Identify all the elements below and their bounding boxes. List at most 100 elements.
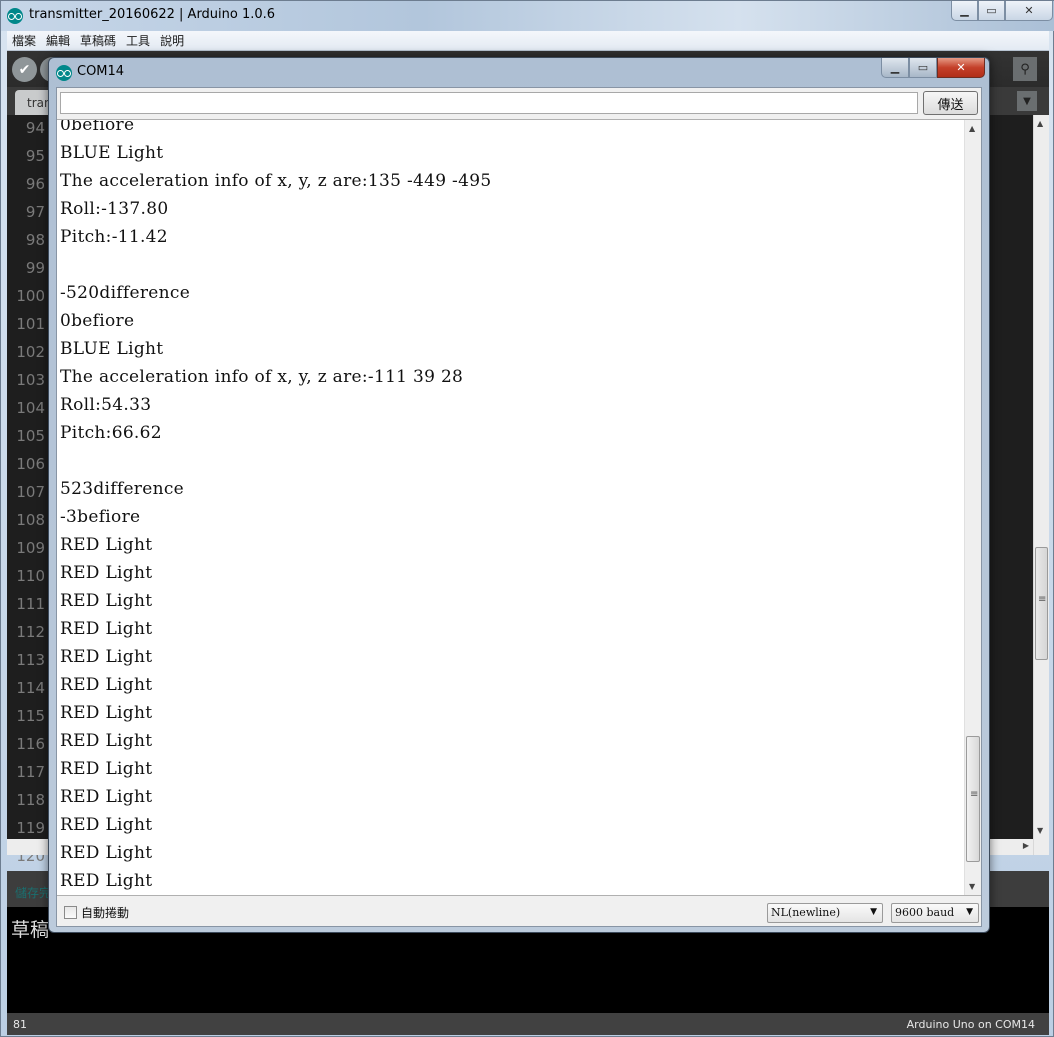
line-number-gutter: 94 95 96 97 98 99 100 101 102 103 104 105 106 107 108 1… [7,115,49,865]
menu-edit[interactable]: 編輯 [41,32,75,49]
checkmark-icon: ✔ [18,61,31,78]
line-number: 103 [16,371,45,389]
line-number: 109 [16,539,45,557]
line-number: 102 [16,343,45,361]
output-line: Roll:-137.80 [60,199,169,219]
line-number: 119 [16,819,45,837]
send-button[interactable]: 傳送 [923,91,978,115]
magnifier-icon: ⚲ [1020,61,1030,77]
cursor-line-number: 81 [13,1018,27,1031]
scroll-right-arrow-icon[interactable]: ▶ [1023,841,1029,850]
output-line: Pitch:-11.42 [60,227,168,247]
line-number: 110 [16,567,45,585]
baud-rate-value: 9600 baud [895,906,955,919]
board-port-info: Arduino Uno on COM14 [906,1018,1035,1031]
ide-close-button[interactable]: ✕ [1005,1,1053,21]
output-line: RED Light [60,843,153,863]
line-number: 118 [16,791,45,809]
line-number: 101 [16,315,45,333]
menu-tools[interactable]: 工具 [121,32,155,49]
dropdown-arrow-icon: ▼ [870,907,877,917]
output-line: Pitch:66.62 [60,423,162,443]
output-line: Roll:54.33 [60,395,152,415]
line-number: 114 [16,679,45,697]
line-number: 105 [16,427,45,445]
arduino-logo-icon [7,8,23,24]
status-message: 儲存完 [15,886,52,900]
serial-minimize-button[interactable]: ▁ [881,58,909,78]
editor-scroll-thumb[interactable] [1035,547,1048,660]
line-number: 117 [16,763,45,781]
output-line: BLUE Light [60,143,164,163]
output-vertical-scrollbar[interactable]: ▲ ▼ [964,120,981,895]
serial-maximize-button[interactable]: ▭ [909,58,937,78]
ide-maximize-button[interactable]: ▭ [978,1,1005,21]
menu-bar: 檔案 編輯 草稿碼 工具 說明 [7,31,1049,51]
autoscroll-label: 自動捲動 [81,906,130,920]
menu-file[interactable]: 檔案 [7,32,41,49]
output-line: -520difference [60,283,191,303]
line-number: 116 [16,735,45,753]
output-line: 0befiore [60,119,135,135]
output-line: RED Light [60,591,153,611]
line-number: 94 [25,119,45,137]
ide-minimize-button[interactable]: ▁ [951,1,978,21]
line-number: 106 [16,455,45,473]
line-number: 100 [16,287,45,305]
line-number: 113 [16,651,45,669]
output-line: RED Light [60,871,153,891]
ide-window-title: transmitter_20160622 | Arduino 1.0.6 [29,7,276,22]
line-ending-value: NL(newline) [771,906,841,919]
line-number: 112 [16,623,45,641]
output-line: RED Light [60,647,153,667]
output-scroll-thumb[interactable] [966,736,980,862]
send-input[interactable] [60,92,918,114]
line-number: 107 [16,483,45,501]
console-text: 草稿 [11,919,50,941]
output-line: 0befiore [60,311,135,331]
scroll-down-arrow-icon[interactable]: ▼ [969,882,975,891]
serial-monitor-window: COM14 ▁ ▭ ✕ 傳送 0befiore BLUE Light The acc… [48,57,990,933]
serial-monitor-body: 傳送 0befiore BLUE Light The acceleration in… [56,87,982,927]
output-line: RED Light [60,675,153,695]
output-line: RED Light [60,703,153,723]
scroll-up-arrow-icon[interactable]: ▲ [1037,119,1043,128]
line-number: 111 [16,595,45,613]
autoscroll-checkbox[interactable] [64,906,77,919]
output-line: RED Light [60,759,153,779]
serial-output[interactable]: 0befiore BLUE Light The acceleration info … [57,119,981,896]
menu-sketch[interactable]: 草稿碼 [75,32,121,49]
editor-vertical-scrollbar[interactable]: ▲ ▼ [1033,115,1049,855]
serial-close-button[interactable]: ✕ [937,58,985,78]
output-line: BLUE Light [60,339,164,359]
output-line: RED Light [60,731,153,751]
output-line: RED Light [60,563,153,583]
line-number: 115 [16,707,45,725]
line-ending-select[interactable]: NL(newline) ▼ [767,903,883,923]
arduino-logo-icon [56,65,72,81]
verify-button[interactable]: ✔ [12,57,37,82]
output-line: RED Light [60,535,153,555]
output-line: RED Light [60,815,153,835]
line-number: 98 [25,231,45,249]
dropdown-arrow-icon: ▼ [966,907,973,917]
output-line: RED Light [60,787,153,807]
serial-monitor-button[interactable]: ⚲ [1013,57,1037,81]
triangle-down-icon: ▼ [1023,95,1031,107]
line-number: 95 [25,147,45,165]
footer-bar: 81 Arduino Uno on COM14 [7,1013,1049,1035]
line-number: 96 [25,175,45,193]
menu-help[interactable]: 說明 [155,32,189,49]
serial-bottom-bar: 自動捲動 NL(newline) ▼ 9600 baud ▼ [57,897,981,927]
output-line: The acceleration info of x, y, z are:-11… [60,367,464,387]
serial-monitor-title: COM14 [77,64,125,79]
tab-menu-button[interactable]: ▼ [1017,91,1037,111]
output-line: RED Light [60,619,153,639]
scroll-up-arrow-icon[interactable]: ▲ [969,124,975,133]
serial-monitor-titlebar[interactable]: COM14 ▁ ▭ ✕ [49,58,989,86]
scroll-down-arrow-icon[interactable]: ▼ [1037,826,1043,835]
line-number: 97 [25,203,45,221]
baud-rate-select[interactable]: 9600 baud ▼ [891,903,979,923]
